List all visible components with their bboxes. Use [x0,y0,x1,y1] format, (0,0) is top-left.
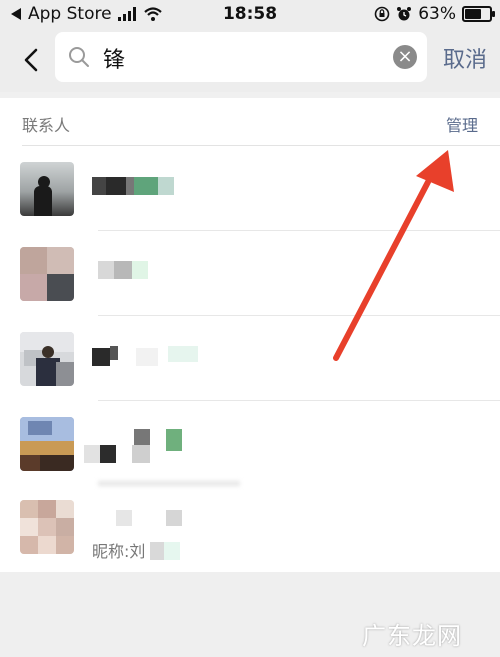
back-chevron-icon[interactable] [18,40,46,80]
clear-icon[interactable]: × [393,45,417,69]
section-title: 联系人 [22,116,71,135]
nickname-blur [150,542,190,560]
contacts-result-list: 联系人 管理 昵称:刘 [0,98,500,572]
contact-name-blurred [116,510,196,528]
list-item[interactable] [0,146,500,231]
search-icon [69,47,89,67]
list-item[interactable] [0,401,500,486]
avatar [20,162,74,216]
avatar [20,500,74,554]
contact-name-blurred [92,346,202,368]
search-query: 锋 [103,48,126,73]
search-input[interactable]: 锋 × [55,32,427,82]
list-item[interactable]: 昵称:刘 [0,486,500,571]
battery-icon [462,6,495,22]
contact-name-blurred [98,261,158,279]
status-right: 63% [374,4,495,24]
list-item[interactable] [0,316,500,401]
search-bar: 锋 × 取消 [0,30,500,92]
alarm-icon [397,7,412,21]
contact-name-blurred [84,425,194,465]
avatar [20,332,74,386]
rotation-lock-icon [374,6,390,22]
manage-button[interactable]: 管理 [446,112,478,136]
list-item[interactable] [0,231,500,316]
battery-percent: 63% [418,4,456,24]
cancel-button[interactable]: 取消 [443,42,487,74]
contacts-section-header: 联系人 管理 [0,98,500,146]
nickname-text: 昵称:刘 [92,542,146,561]
watermark: 广东龙网 [362,622,462,650]
status-bar: App Store 18:58 63% [0,0,500,30]
avatar [20,247,74,301]
contact-name-blurred [92,177,182,195]
contact-nickname: 昵称:刘 [92,538,145,562]
avatar [20,417,74,471]
